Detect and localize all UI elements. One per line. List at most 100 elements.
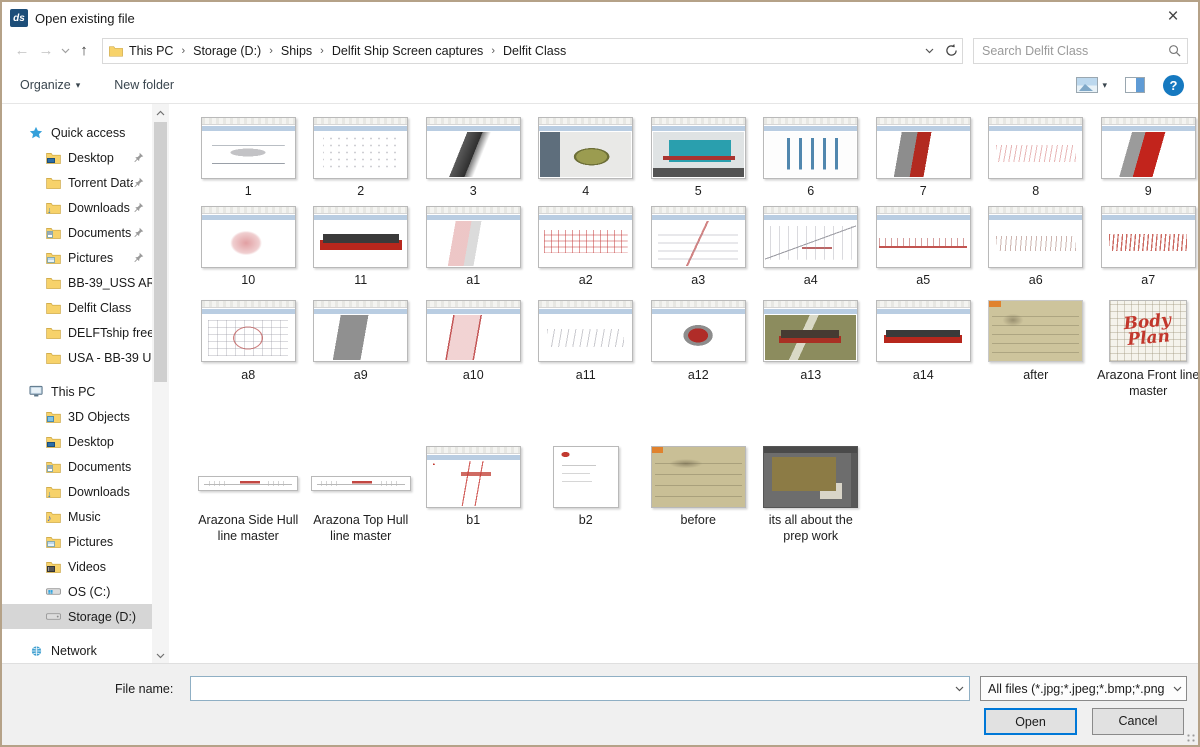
- breadcrumb-item[interactable]: Delfit Ship Screen captures: [326, 41, 489, 61]
- file-thumbnail: [988, 206, 1083, 268]
- file-item[interactable]: a5: [867, 205, 980, 288]
- sidebar-item-bb-39-uss-ariz[interactable]: BB-39_USS ARIZ: [2, 270, 152, 295]
- sidebar-item-pictures[interactable]: Pictures: [2, 245, 152, 270]
- search-icon[interactable]: [1168, 44, 1181, 57]
- sidebar-item-music[interactable]: ♪Music: [2, 504, 152, 529]
- file-item[interactable]: a4: [755, 205, 868, 288]
- help-button[interactable]: ?: [1163, 75, 1184, 96]
- breadcrumb-item[interactable]: Ships: [275, 41, 318, 61]
- sidebar-item-desktop[interactable]: Desktop: [2, 145, 152, 170]
- file-item[interactable]: 2: [305, 116, 418, 199]
- sidebar-item-os-c-[interactable]: OS (C:): [2, 579, 152, 604]
- file-item[interactable]: its all about the prep work: [755, 445, 868, 545]
- recent-locations-chevron-icon[interactable]: [58, 48, 72, 54]
- sidebar-section-network[interactable]: Network: [2, 638, 152, 663]
- file-item[interactable]: 8: [980, 116, 1093, 199]
- thumb-window-chrome: [989, 118, 1082, 125]
- file-item[interactable]: a7: [1092, 205, 1198, 288]
- breadcrumb-item[interactable]: This PC: [123, 41, 179, 61]
- sidebar-item-videos[interactable]: Videos: [2, 554, 152, 579]
- file-item[interactable]: 3: [417, 116, 530, 199]
- file-item[interactable]: a10: [417, 300, 530, 400]
- file-name-label-text: a6: [1029, 272, 1043, 288]
- breadcrumb-item[interactable]: Storage (D:): [187, 41, 267, 61]
- sidebar-section-label: This PC: [51, 385, 95, 399]
- file-item[interactable]: a14: [867, 300, 980, 400]
- file-item[interactable]: 11: [305, 205, 418, 288]
- thumbnail-box: [538, 300, 633, 363]
- sidebar-item-delftship-free-v[interactable]: DELFTship free v: [2, 320, 152, 345]
- scroll-down-icon[interactable]: [152, 647, 169, 664]
- view-thumbnails-button[interactable]: ▾: [1076, 77, 1107, 93]
- file-item[interactable]: a1: [417, 205, 530, 288]
- scroll-up-icon[interactable]: [152, 104, 169, 121]
- thumb-toolbar-strip: [989, 126, 1082, 131]
- breadcrumb-item[interactable]: Delfit Class: [497, 41, 572, 61]
- refresh-icon[interactable]: [940, 39, 962, 63]
- file-item[interactable]: 1: [192, 116, 305, 199]
- file-item[interactable]: 9: [1092, 116, 1198, 199]
- sidebar-item-usa-bb-39-uss[interactable]: USA - BB-39 USS: [2, 345, 152, 370]
- file-item[interactable]: 5: [642, 116, 755, 199]
- sidebar-item-delfit-class[interactable]: Delfit Class: [2, 295, 152, 320]
- forward-icon[interactable]: →: [34, 42, 58, 59]
- file-item[interactable]: after: [980, 300, 1093, 400]
- preview-pane-button[interactable]: [1125, 77, 1145, 93]
- up-icon[interactable]: ↑: [72, 42, 96, 59]
- file-item[interactable]: b1: [417, 445, 530, 545]
- file-item[interactable]: 10: [192, 205, 305, 288]
- sidebar-item-pictures[interactable]: Pictures: [2, 529, 152, 554]
- file-item[interactable]: 7: [867, 116, 980, 199]
- cancel-button[interactable]: Cancel: [1092, 708, 1184, 735]
- address-bar[interactable]: This PC›Storage (D:)›Ships›Delfit Ship S…: [102, 38, 963, 64]
- sidebar-item-storage-d-[interactable]: Storage (D:): [2, 604, 152, 629]
- sidebar-item-downloads[interactable]: ↓Downloads: [2, 195, 152, 220]
- file-item[interactable]: a13: [755, 300, 868, 400]
- organize-button[interactable]: Organize ▾: [20, 78, 80, 92]
- file-type-select[interactable]: All files (*.jpg;*.jpeg;*.bmp;*.png: [980, 676, 1187, 701]
- sidebar-item-desktop[interactable]: Desktop: [2, 429, 152, 454]
- sidebar-item-downloads[interactable]: ↓Downloads: [2, 479, 152, 504]
- back-icon[interactable]: ←: [10, 42, 34, 59]
- sidebar-scrollbar[interactable]: [152, 104, 169, 664]
- file-item[interactable]: a2: [530, 205, 643, 288]
- file-item[interactable]: b2: [530, 445, 643, 545]
- file-item[interactable]: Body PlanArazona Front line master: [1092, 300, 1198, 400]
- address-dropdown-chevron-icon[interactable]: [918, 39, 940, 63]
- file-item[interactable]: Arazona Top Hull line master: [305, 445, 418, 545]
- close-icon[interactable]: ×: [1160, 7, 1186, 29]
- thumb-toolbar-strip: [1102, 215, 1195, 220]
- sidebar-section-this-pc[interactable]: This PC: [2, 379, 152, 404]
- sidebar-item-torrent-data[interactable]: Torrent Data: [2, 170, 152, 195]
- search-input[interactable]: [982, 44, 1168, 58]
- file-item[interactable]: 6: [755, 116, 868, 199]
- thumb-toolbar-strip: [427, 309, 520, 314]
- file-name-chevron-icon[interactable]: [949, 686, 969, 692]
- file-item[interactable]: Arazona Side Hull line master: [192, 445, 305, 545]
- sidebar-item-documents[interactable]: Documents: [2, 454, 152, 479]
- sidebar-item-label: Videos: [68, 560, 106, 574]
- thumbnail-box: [876, 300, 971, 363]
- file-item[interactable]: a12: [642, 300, 755, 400]
- sidebar-item-3d-objects[interactable]: 3D Objects: [2, 404, 152, 429]
- sidebar-section-quick-access[interactable]: Quick access: [2, 120, 152, 145]
- navigation-pane: Quick accessDesktopTorrent Data↓Download…: [2, 104, 169, 664]
- thumb-window-chrome: [539, 207, 632, 214]
- file-item[interactable]: before: [642, 445, 755, 545]
- file-item[interactable]: a9: [305, 300, 418, 400]
- open-button[interactable]: Open: [984, 708, 1077, 735]
- file-name-input[interactable]: [191, 677, 949, 700]
- resize-grip[interactable]: [1186, 733, 1196, 743]
- thumbnail-box: [201, 116, 296, 179]
- new-folder-button[interactable]: New folder: [114, 78, 174, 92]
- file-item[interactable]: a6: [980, 205, 1093, 288]
- file-item[interactable]: a8: [192, 300, 305, 400]
- file-item[interactable]: a3: [642, 205, 755, 288]
- scrollbar-thumb[interactable]: [154, 122, 167, 382]
- file-name-label-text: a2: [579, 272, 593, 288]
- organize-label: Organize: [20, 78, 71, 92]
- file-item[interactable]: 4: [530, 116, 643, 199]
- sidebar-item-documents[interactable]: Documents: [2, 220, 152, 245]
- file-item[interactable]: a11: [530, 300, 643, 400]
- thumb-toolbar-strip: [652, 215, 745, 220]
